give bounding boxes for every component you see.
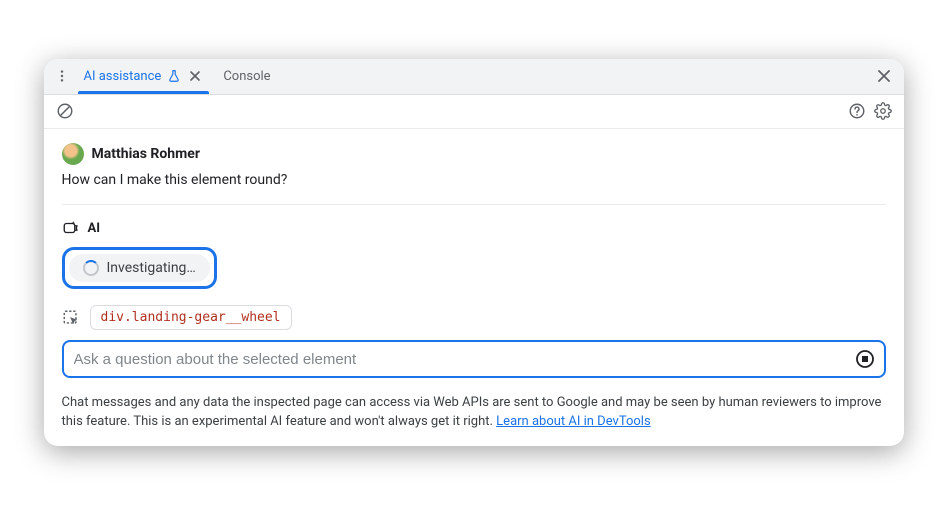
ai-message: AI Investigating… div.landing-gear__whee… xyxy=(62,219,886,378)
status-text: Investigating… xyxy=(107,260,196,276)
devtools-ai-panel: AI assistance Console xyxy=(44,59,904,446)
status-highlight: Investigating… xyxy=(62,247,217,289)
ai-label: AI xyxy=(88,221,101,236)
ai-sparkle-icon xyxy=(62,219,80,237)
close-tab-button[interactable] xyxy=(187,68,203,84)
context-element-chip[interactable]: div.landing-gear__wheel xyxy=(90,305,292,330)
tab-label: Console xyxy=(223,69,270,84)
user-message-text: How can I make this element round? xyxy=(62,171,886,191)
panel-close-button[interactable] xyxy=(870,62,898,90)
user-message: Matthias Rohmer How can I make this elem… xyxy=(62,143,886,191)
conversation: Matthias Rohmer How can I make this elem… xyxy=(44,129,904,395)
user-avatar xyxy=(62,143,84,165)
status-chip: Investigating… xyxy=(69,254,210,282)
divider xyxy=(62,204,886,205)
tab-console[interactable]: Console xyxy=(213,59,280,95)
learn-more-link[interactable]: Learn about AI in DevTools xyxy=(496,414,650,429)
select-element-icon[interactable] xyxy=(62,309,80,327)
help-button[interactable] xyxy=(844,98,870,124)
settings-button[interactable] xyxy=(870,98,896,124)
tab-label: AI assistance xyxy=(84,69,162,84)
disclaimer-text: Chat messages and any data the inspected… xyxy=(62,395,882,429)
prompt-input[interactable] xyxy=(74,351,854,368)
spinner-icon xyxy=(83,260,99,276)
stop-button[interactable] xyxy=(854,348,876,370)
tab-ai-assistance[interactable]: AI assistance xyxy=(74,59,214,95)
context-row: div.landing-gear__wheel xyxy=(62,305,886,330)
tab-strip: AI assistance Console xyxy=(44,59,904,95)
clear-button[interactable] xyxy=(52,98,78,124)
toolbar xyxy=(44,95,904,129)
disclaimer: Chat messages and any data the inspected… xyxy=(44,394,904,446)
flask-icon xyxy=(167,69,181,83)
prompt-input-row xyxy=(62,340,886,378)
more-tabs-button[interactable] xyxy=(50,64,74,88)
user-name: Matthias Rohmer xyxy=(92,146,200,162)
